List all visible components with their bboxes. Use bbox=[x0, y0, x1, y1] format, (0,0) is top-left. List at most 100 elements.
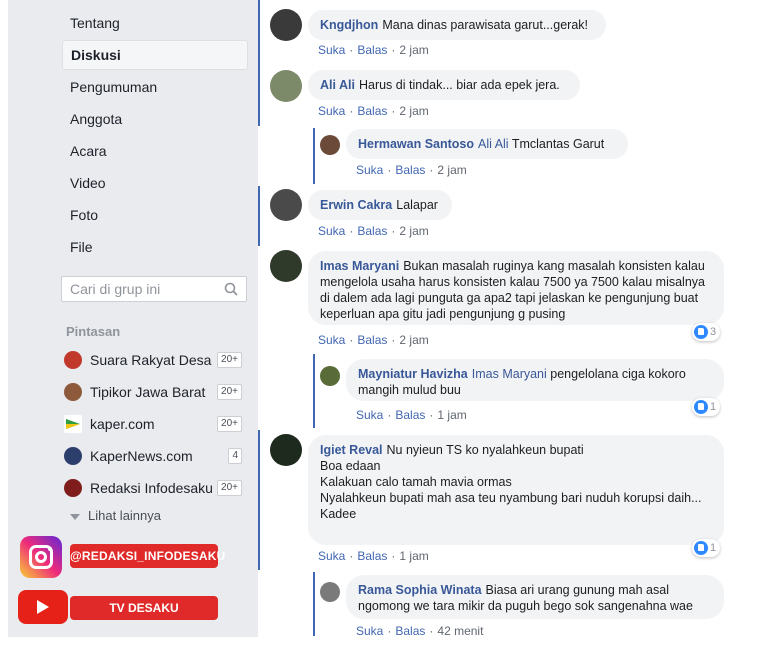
comment-bubble: Ali Ali Harus di tindak... biar ada epek … bbox=[308, 70, 580, 100]
avatar[interactable] bbox=[320, 582, 340, 602]
mention-link[interactable]: Imas Maryani bbox=[472, 367, 547, 381]
comment-author[interactable]: Erwin Cakra bbox=[320, 198, 392, 212]
reaction-number: 1 bbox=[710, 401, 717, 413]
youtube-icon bbox=[18, 590, 68, 624]
comment-line: Kalakuan calo tamah mavia ormas bbox=[320, 475, 512, 489]
search-icon[interactable] bbox=[224, 282, 238, 296]
shortcut-label: Tipikor Jawa Barat bbox=[90, 384, 206, 400]
like-link[interactable]: Suka bbox=[318, 104, 345, 118]
reply-link[interactable]: Balas bbox=[357, 549, 387, 563]
comment-actions: Suka · Balas · 1 jam bbox=[318, 549, 429, 563]
see-more-link[interactable]: Lihat lainnya bbox=[70, 508, 161, 523]
comment-line: Nu nyieun TS ko nyalahkeun bupati bbox=[386, 443, 584, 457]
shortcut-tipikor-jawa-barat[interactable]: Tipikor Jawa Barat 20+ bbox=[64, 380, 244, 402]
comment-text: Mana dinas parawisata garut...gerak! bbox=[382, 18, 588, 32]
thread-line bbox=[258, 0, 260, 126]
comment-author[interactable]: Imas Maryani bbox=[320, 259, 399, 273]
group-search-input[interactable] bbox=[62, 277, 212, 301]
comment-time[interactable]: 2 jam bbox=[437, 163, 466, 177]
reaction-number: 3 bbox=[710, 326, 717, 338]
comment-time[interactable]: 42 menit bbox=[437, 624, 483, 638]
comment-author[interactable]: Igiet Reval bbox=[320, 443, 383, 457]
reaction-count[interactable]: 3 bbox=[692, 323, 721, 341]
like-link[interactable]: Suka bbox=[318, 333, 345, 347]
group-icon bbox=[64, 415, 82, 433]
kaper-logo-icon bbox=[66, 419, 80, 429]
avatar[interactable] bbox=[320, 366, 340, 386]
nav-announcements[interactable]: Pengumuman bbox=[62, 72, 248, 102]
avatar[interactable] bbox=[270, 250, 302, 282]
shortcut-kaper-com[interactable]: kaper.com 20+ bbox=[64, 412, 244, 434]
notification-count: 20+ bbox=[217, 384, 242, 400]
nav-members[interactable]: Anggota bbox=[62, 104, 248, 134]
reply-link[interactable]: Balas bbox=[395, 163, 425, 177]
reply-link[interactable]: Balas bbox=[357, 333, 387, 347]
reaction-number: 1 bbox=[710, 542, 717, 554]
avatar[interactable] bbox=[270, 9, 302, 41]
shortcut-redaksi-infodesaku[interactable]: Redaksi Infodesaku 20+ bbox=[64, 476, 244, 498]
shortcut-label: kaper.com bbox=[90, 416, 155, 432]
notification-count: 20+ bbox=[217, 352, 242, 368]
reaction-count[interactable]: 1 bbox=[692, 398, 721, 416]
nav-photos[interactable]: Foto bbox=[62, 200, 248, 230]
nav-about[interactable]: Tentang bbox=[62, 8, 248, 38]
like-link[interactable]: Suka bbox=[356, 408, 383, 422]
group-icon bbox=[64, 383, 82, 401]
nav-files[interactable]: File bbox=[62, 232, 248, 262]
comment-time[interactable]: 1 jam bbox=[399, 549, 428, 563]
like-link[interactable]: Suka bbox=[356, 624, 383, 638]
comment-text: Tmclantas Garut bbox=[511, 137, 605, 151]
comment-author[interactable]: Rama Sophia Winata bbox=[358, 583, 482, 597]
comment-author[interactable]: Ali Ali bbox=[320, 78, 355, 92]
comment-author[interactable]: Kngdjhon bbox=[320, 18, 378, 32]
like-link[interactable]: Suka bbox=[318, 43, 345, 57]
instagram-handle-banner: @REDAKSI_INFODESAKU bbox=[70, 544, 225, 568]
comment-author[interactable]: Hermawan Santoso bbox=[358, 137, 474, 151]
reply-thread-line bbox=[313, 572, 315, 636]
reply-link[interactable]: Balas bbox=[357, 43, 387, 57]
comment-bubble: Erwin Cakra Lalapar bbox=[308, 190, 452, 220]
comment-bubble: Igiet Reval Nu nyieun TS ko nyalahkeun bu… bbox=[308, 435, 724, 545]
reply-thread-line bbox=[313, 354, 315, 428]
see-more-label: Lihat lainnya bbox=[88, 508, 161, 523]
comment-actions: Suka · Balas · 1 jam bbox=[356, 408, 467, 422]
nav-discussion[interactable]: Diskusi bbox=[62, 40, 248, 70]
comment-time[interactable]: 1 jam bbox=[437, 408, 466, 422]
group-icon bbox=[64, 479, 82, 497]
shortcut-label: Redaksi Infodesaku bbox=[90, 480, 213, 496]
reply-link[interactable]: Balas bbox=[395, 408, 425, 422]
reply-link[interactable]: Balas bbox=[357, 104, 387, 118]
reply-link[interactable]: Balas bbox=[357, 224, 387, 238]
mention-link[interactable]: Ali Ali bbox=[478, 137, 509, 151]
like-link[interactable]: Suka bbox=[318, 549, 345, 563]
thread-line bbox=[258, 186, 260, 246]
nav-events[interactable]: Acara bbox=[62, 136, 248, 166]
comment-time[interactable]: 2 jam bbox=[399, 43, 428, 57]
nav-videos[interactable]: Video bbox=[62, 168, 248, 198]
comment-time[interactable]: 2 jam bbox=[399, 333, 428, 347]
notification-count: 20+ bbox=[217, 480, 242, 496]
comment-author[interactable]: Mayniatur Havizha bbox=[358, 367, 468, 381]
like-reaction-icon bbox=[694, 400, 708, 415]
comment-time[interactable]: 2 jam bbox=[399, 224, 428, 238]
shortcuts-heading: Pintasan bbox=[66, 324, 121, 339]
instagram-icon bbox=[20, 536, 62, 578]
avatar[interactable] bbox=[270, 434, 302, 466]
comment-actions: Suka · Balas · 2 jam bbox=[356, 163, 467, 177]
avatar[interactable] bbox=[320, 135, 340, 155]
shortcut-kapernews-com[interactable]: KaperNews.com 4 bbox=[64, 444, 244, 466]
like-link[interactable]: Suka bbox=[318, 224, 345, 238]
reply-bubble: Mayniatur Havizha Imas Maryani pengelolan… bbox=[346, 359, 724, 401]
reply-bubble: Rama Sophia Winata Biasa ari urang gunung… bbox=[346, 575, 724, 619]
comment-time[interactable]: 2 jam bbox=[399, 104, 428, 118]
avatar[interactable] bbox=[270, 189, 302, 221]
shortcut-label: Suara Rakyat Desa bbox=[90, 352, 212, 368]
reaction-count[interactable]: 1 bbox=[692, 539, 721, 557]
reply-link[interactable]: Balas bbox=[395, 624, 425, 638]
shortcut-suara-rakyat-desa[interactable]: Suara Rakyat Desa 20+ bbox=[64, 348, 244, 370]
reply-bubble: Hermawan Santoso Ali Ali Tmclantas Garut bbox=[346, 129, 628, 159]
avatar[interactable] bbox=[270, 70, 302, 102]
like-link[interactable]: Suka bbox=[356, 163, 383, 177]
comment-actions: Suka · Balas · 2 jam bbox=[318, 43, 429, 57]
notification-count: 20+ bbox=[217, 416, 242, 432]
